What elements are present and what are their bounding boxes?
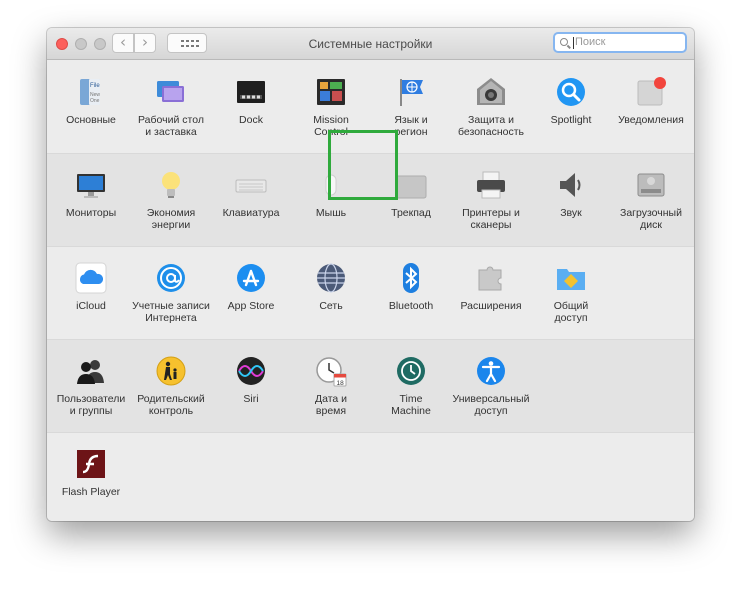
pane-sharing[interactable]: Общий доступ [531, 247, 611, 340]
sound-icon [560, 173, 581, 197]
pane-label: Уведомления [618, 114, 684, 126]
pane-label: Пользователи и группы [56, 393, 126, 417]
pane-label: Мышь [315, 207, 347, 219]
pane-energy-saver[interactable]: Экономия энергии [131, 154, 211, 247]
pane-extensions[interactable]: Расширения [451, 247, 531, 340]
pane-label: Экономия энергии [146, 207, 196, 231]
pane-app-store[interactable]: App Store [211, 247, 291, 340]
energy-saver-icon [162, 172, 180, 198]
keyboard-icon [235, 179, 267, 193]
pane-label: Расширения [460, 300, 522, 312]
parental-controls-icon [156, 356, 186, 386]
pane-siri[interactable]: Siri [211, 340, 291, 433]
pane-label: Сеть [319, 300, 343, 312]
svg-text:18: 18 [337, 380, 345, 387]
sharing-icon [557, 269, 585, 290]
pane-dock[interactable]: Dock [211, 61, 291, 154]
preferences-row-4: Пользователи и группы Родительский контр… [47, 340, 694, 433]
preferences-row-3: iCloud Учетные записи Интернета App Stor… [47, 247, 694, 340]
pane-label: Принтеры и сканеры [462, 207, 520, 231]
pane-label: Звук [560, 207, 582, 219]
pane-notifications[interactable]: Уведомления [611, 61, 691, 154]
pane-label: Siri [243, 393, 259, 405]
pane-label: Учетные записи Интернета [132, 300, 210, 324]
pane-label: Time Machine [391, 393, 431, 417]
mission-control-icon [317, 79, 345, 105]
pane-sound[interactable]: Звук [531, 154, 611, 247]
system-preferences-window: ‹ › Системные настройки Поиск File New O… [47, 28, 694, 521]
pane-general[interactable]: File New One Основные [51, 61, 131, 154]
pane-time-machine[interactable]: Time Machine [371, 340, 451, 433]
pane-label: App Store [227, 300, 275, 312]
dock-icon [237, 81, 265, 103]
pane-keyboard[interactable]: Клавиатура [211, 154, 291, 247]
network-icon [317, 263, 345, 293]
spotlight-icon [557, 78, 585, 106]
pane-security-privacy[interactable]: Защита и безопасность [451, 61, 531, 154]
pane-network[interactable]: Сеть [291, 247, 371, 340]
title-bar: ‹ › Системные настройки Поиск [47, 28, 694, 60]
pane-label: iCloud [76, 300, 106, 312]
pane-bluetooth[interactable]: Bluetooth [371, 247, 451, 340]
security-icon [477, 78, 505, 105]
svg-text:File: File [90, 83, 100, 89]
pane-label: Дата и время [314, 393, 348, 417]
time-machine-icon [397, 357, 425, 385]
pane-date-time[interactable]: 18 Дата и время [291, 340, 371, 433]
pane-icloud[interactable]: iCloud [51, 247, 131, 340]
internet-accounts-icon [157, 264, 185, 292]
language-region-icon [400, 79, 423, 106]
pane-label: Dock [239, 114, 263, 126]
pane-label: Загрузочный диск [620, 207, 682, 231]
date-time-icon: 18 [316, 357, 347, 387]
pane-label: Защита и безопасность [458, 114, 524, 138]
search-icon [560, 38, 568, 46]
icloud-icon [75, 262, 107, 294]
siri-icon [237, 357, 265, 385]
pane-label: Bluetooth [388, 300, 434, 312]
accessibility-icon [477, 357, 505, 385]
general-icon: File New One [80, 79, 100, 105]
bluetooth-icon [403, 263, 419, 293]
preferences-row-5: Flash Player [47, 433, 694, 521]
app-store-icon [237, 264, 265, 292]
pane-label: Мониторы [65, 207, 117, 219]
svg-text:One: One [90, 98, 100, 104]
trackpad-icon [395, 175, 427, 199]
desktop-screensaver-icon [157, 81, 184, 102]
printer-icon [477, 171, 505, 199]
pane-printers-scanners[interactable]: Принтеры и сканеры [451, 154, 531, 247]
search-field[interactable]: Поиск [553, 32, 687, 53]
pane-label: Трекпад [391, 207, 431, 219]
pane-label: Рабочий стол и заставка [138, 114, 204, 138]
notifications-icon [637, 77, 666, 106]
pane-label: Spotlight [550, 114, 592, 126]
pane-displays[interactable]: Мониторы [51, 154, 131, 247]
trackpad-highlight-frame [328, 130, 398, 200]
pane-desktop-screensaver[interactable]: Рабочий стол и заставка [131, 61, 211, 154]
pane-label: Общий доступ [553, 300, 589, 324]
pane-label: Родительский контроль [137, 393, 205, 417]
search-placeholder: Поиск [575, 36, 606, 48]
pane-spotlight[interactable]: Spotlight [531, 61, 611, 154]
extensions-icon [478, 266, 502, 291]
text-caret [573, 37, 574, 49]
pane-accessibility[interactable]: Универсальный доступ [451, 340, 531, 433]
pane-label: Основные [66, 114, 116, 126]
pane-flash-player[interactable]: Flash Player [51, 433, 131, 521]
flash-player-icon [77, 450, 105, 478]
pane-users-groups[interactable]: Пользователи и группы [51, 340, 131, 433]
pane-internet-accounts[interactable]: Учетные записи Интернета [131, 247, 211, 340]
displays-icon [77, 174, 105, 198]
pane-label: Клавиатура [222, 207, 280, 219]
pane-label: Flash Player [61, 486, 121, 498]
pane-parental-controls[interactable]: Родительский контроль [131, 340, 211, 433]
pane-label: Универсальный доступ [452, 393, 530, 417]
users-groups-icon [77, 360, 104, 384]
startup-disk-icon [637, 173, 665, 197]
pane-startup-disk[interactable]: Загрузочный диск [611, 154, 691, 247]
